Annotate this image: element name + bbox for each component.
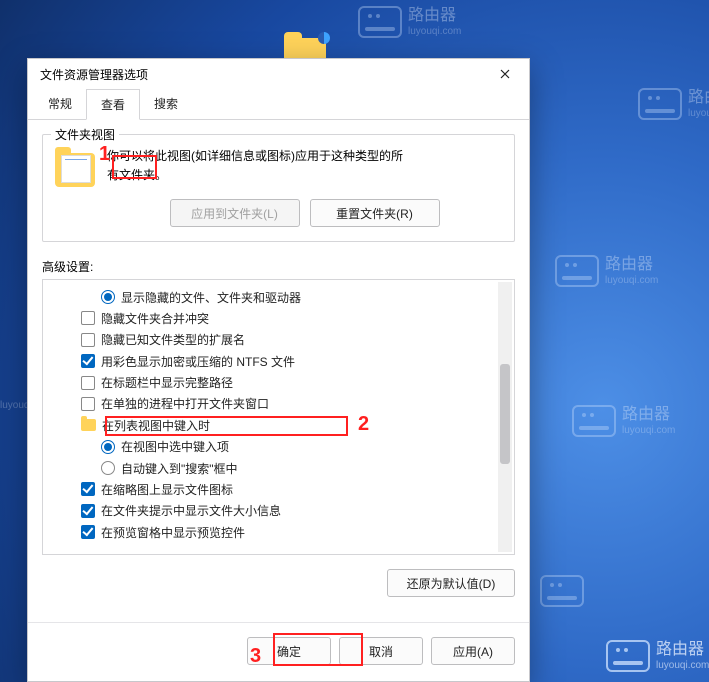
advanced-item[interactable]: 用彩色显示加密或压缩的 NTFS 文件 <box>49 351 510 372</box>
advanced-item[interactable]: 在单独的进程中打开文件夹窗口 <box>49 393 510 414</box>
close-button[interactable] <box>489 62 521 86</box>
advanced-item-label: 显示隐藏的文件、文件夹和驱动器 <box>121 289 301 306</box>
advanced-item-label: 隐藏已知文件类型的扩展名 <box>101 331 245 348</box>
checkbox-icon[interactable] <box>81 311 95 325</box>
advanced-item-label: 用彩色显示加密或压缩的 NTFS 文件 <box>101 353 295 370</box>
advanced-item[interactable]: 在列表视图中键入时 <box>49 415 510 436</box>
folder-view-legend: 文件夹视图 <box>51 126 119 143</box>
advanced-item[interactable]: 显示隐藏的文件、文件夹和驱动器 <box>49 286 510 307</box>
dialog-footer: 确定 取消 应用(A) <box>28 622 529 681</box>
close-icon <box>500 69 510 79</box>
advanced-item[interactable]: 隐藏文件夹合并冲突 <box>49 308 510 329</box>
ok-button[interactable]: 确定 <box>247 637 331 665</box>
advanced-item[interactable]: 隐藏已知文件类型的扩展名 <box>49 329 510 350</box>
checkbox-icon[interactable] <box>81 376 95 390</box>
advanced-item[interactable]: 在预览窗格中显示预览控件 <box>49 522 510 543</box>
advanced-item[interactable]: 在标题栏中显示完整路径 <box>49 372 510 393</box>
folder-options-dialog: 文件资源管理器选项 常规 查看 搜索 文件夹视图 你可以将此视图(如详细信息或图… <box>27 58 530 682</box>
checkbox-icon[interactable] <box>81 397 95 411</box>
cancel-button[interactable]: 取消 <box>339 637 423 665</box>
advanced-item[interactable]: 在视图中选中键入项 <box>49 436 510 457</box>
checkbox-icon[interactable] <box>81 482 95 496</box>
radio-icon[interactable] <box>101 290 115 304</box>
folder-icon <box>81 419 96 431</box>
folder-view-description: 你可以将此视图(如详细信息或图标)应用于这种类型的所 有文件夹。 <box>107 147 502 185</box>
tab-strip: 常规 查看 搜索 <box>28 89 529 120</box>
dialog-title: 文件资源管理器选项 <box>40 66 148 83</box>
tab-search[interactable]: 搜索 <box>140 89 192 119</box>
desktop-share-badge <box>318 32 330 44</box>
tab-general[interactable]: 常规 <box>34 89 86 119</box>
tab-view[interactable]: 查看 <box>86 89 140 120</box>
apply-button[interactable]: 应用(A) <box>431 637 515 665</box>
advanced-settings-list[interactable]: 显示隐藏的文件、文件夹和驱动器隐藏文件夹合并冲突隐藏已知文件类型的扩展名用彩色显… <box>42 279 515 555</box>
checkbox-icon[interactable] <box>81 504 95 518</box>
scrollbar-thumb[interactable] <box>500 364 510 464</box>
advanced-item-label: 在单独的进程中打开文件夹窗口 <box>101 395 269 412</box>
advanced-item-label: 在列表视图中键入时 <box>102 417 210 434</box>
scrollbar-track[interactable] <box>498 282 512 552</box>
advanced-item-label: 自动键入到"搜索"框中 <box>121 460 238 477</box>
advanced-item[interactable]: 在文件夹提示中显示文件大小信息 <box>49 500 510 521</box>
advanced-item-label: 在缩略图上显示文件图标 <box>101 481 233 498</box>
advanced-item-label: 在预览窗格中显示预览控件 <box>101 524 245 541</box>
advanced-settings-label: 高级设置: <box>42 258 515 275</box>
advanced-item-label: 在视图中选中键入项 <box>121 438 229 455</box>
advanced-item[interactable]: 自动键入到"搜索"框中 <box>49 457 510 478</box>
advanced-item-label: 隐藏文件夹合并冲突 <box>101 310 209 327</box>
checkbox-icon[interactable] <box>81 333 95 347</box>
titlebar: 文件资源管理器选项 <box>28 59 529 89</box>
radio-icon[interactable] <box>101 461 115 475</box>
folder-view-group: 文件夹视图 你可以将此视图(如详细信息或图标)应用于这种类型的所 有文件夹。 应… <box>42 134 515 242</box>
restore-defaults-button[interactable]: 还原为默认值(D) <box>387 569 515 597</box>
advanced-item-label: 在标题栏中显示完整路径 <box>101 374 233 391</box>
checkbox-icon[interactable] <box>81 525 95 539</box>
checkbox-icon[interactable] <box>81 354 95 368</box>
advanced-item-label: 在文件夹提示中显示文件大小信息 <box>101 502 281 519</box>
reset-folders-button[interactable]: 重置文件夹(R) <box>310 199 440 227</box>
dialog-body: 文件夹视图 你可以将此视图(如详细信息或图标)应用于这种类型的所 有文件夹。 应… <box>28 120 529 622</box>
radio-icon[interactable] <box>101 440 115 454</box>
apply-to-folders-button[interactable]: 应用到文件夹(L) <box>170 199 300 227</box>
folder-icon <box>55 153 95 187</box>
advanced-item[interactable]: 在缩略图上显示文件图标 <box>49 479 510 500</box>
